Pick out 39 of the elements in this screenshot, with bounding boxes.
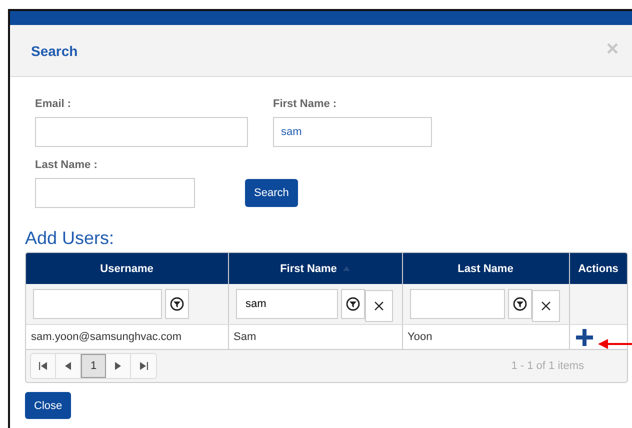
- clear-filter-button[interactable]: [364, 290, 392, 322]
- field-label: Last Name :: [35, 159, 98, 171]
- section-title: Add Users:: [25, 228, 116, 249]
- column-header[interactable]: First Name: [228, 253, 402, 284]
- close-icon: [374, 301, 384, 311]
- filter-button[interactable]: [165, 289, 189, 319]
- page-button[interactable]: 1: [81, 354, 106, 378]
- column-header[interactable]: Last Name: [402, 253, 569, 284]
- column-header[interactable]: Actions: [569, 253, 627, 284]
- filter-icon: [512, 297, 526, 311]
- text-field[interactable]: [35, 178, 195, 208]
- close-button[interactable]: Close: [25, 392, 72, 419]
- filter-field[interactable]: [410, 289, 504, 319]
- last-page-icon: [140, 362, 148, 370]
- pager-info: 1 - 1 of 1 items: [511, 360, 584, 372]
- filter-icon: [170, 297, 184, 311]
- filter-button[interactable]: [508, 289, 532, 319]
- clear-filter-button[interactable]: [532, 290, 560, 322]
- add-icon[interactable]: [576, 328, 592, 346]
- table-cell: Sam: [228, 324, 402, 350]
- field-label: First Name :: [273, 98, 338, 110]
- text-field[interactable]: [35, 117, 248, 147]
- table-cell: Yoon: [402, 324, 569, 350]
- previous-page-icon: [65, 362, 71, 370]
- filter-field[interactable]: sam: [236, 289, 338, 319]
- arrow-icon: [598, 339, 632, 349]
- search-button[interactable]: Search: [245, 179, 298, 207]
- column-header[interactable]: Username: [26, 253, 228, 284]
- field-label: Email :: [35, 98, 72, 110]
- close-icon: [540, 301, 550, 311]
- next-page-icon: [115, 362, 121, 370]
- sort-icon: [342, 266, 350, 272]
- text-field[interactable]: sam: [273, 117, 432, 147]
- filter-button[interactable]: [340, 289, 364, 319]
- filter-field[interactable]: [33, 289, 162, 319]
- first-page-icon: [39, 362, 47, 370]
- table-cell: sam.yoon@samsunghvac.com: [26, 324, 228, 350]
- dialog-title: Search: [31, 42, 78, 58]
- filter-icon: [346, 297, 360, 311]
